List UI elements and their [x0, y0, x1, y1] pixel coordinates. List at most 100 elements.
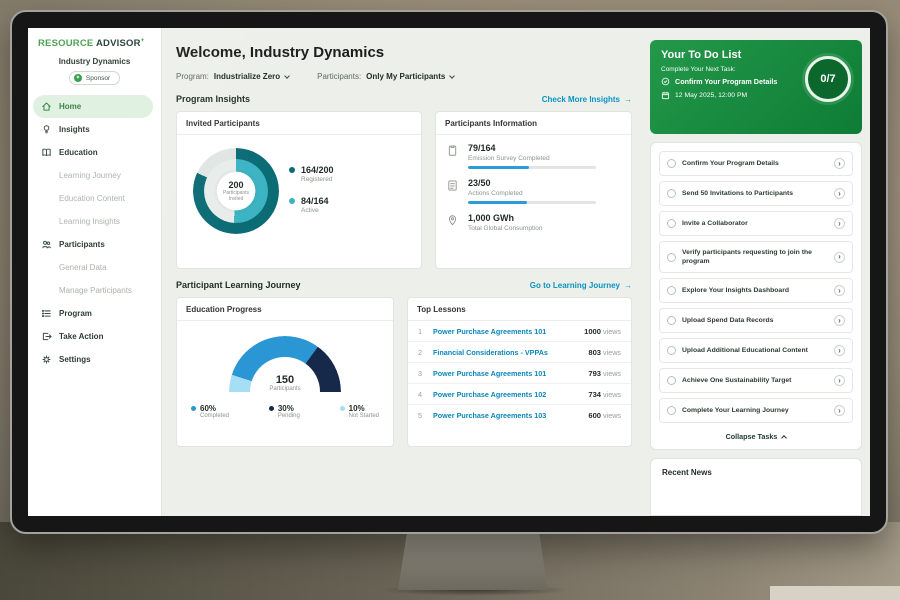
lesson-title-link[interactable]: Power Purchase Agreements 102: [433, 390, 580, 399]
sidebar-item-participants[interactable]: Participants: [28, 233, 161, 256]
link-label: Go to Learning Journey: [530, 281, 620, 290]
sidebar: RESOURCE ADVISOR+ Industry Dynamics ✦ Sp…: [28, 28, 162, 516]
invited-legend: 164/200 Registered 84/164 Active: [289, 165, 334, 214]
chevron-right-icon[interactable]: ›: [834, 158, 845, 169]
progress-bar: [468, 166, 596, 169]
lesson-title-link[interactable]: Financial Considerations - VPPAs: [433, 348, 580, 357]
legend-value: 30%: [278, 404, 300, 413]
sidebar-item-take-action[interactable]: Take Action: [28, 325, 161, 348]
sidebar-item-insights[interactable]: Insights: [28, 118, 161, 141]
program-filter[interactable]: Program: Industrialize Zero: [176, 72, 289, 81]
chevron-right-icon[interactable]: ›: [834, 315, 845, 326]
chevron-right-icon[interactable]: ›: [834, 405, 845, 416]
check-more-insights-link[interactable]: Check More Insights →: [542, 95, 632, 104]
participants-filter[interactable]: Participants: Only My Participants: [317, 72, 454, 81]
lesson-row[interactable]: 2 Financial Considerations - VPPAs 803 v…: [408, 342, 631, 363]
sidebar-item-manage-participants[interactable]: Manage Participants: [28, 279, 161, 302]
lesson-row[interactable]: 4 Power Purchase Agreements 102 734 view…: [408, 384, 631, 405]
page-title: Welcome, Industry Dynamics: [176, 44, 632, 61]
insights-cards-row: Invited Participants 200 Participants In…: [176, 111, 632, 269]
program-filter-value: Industrialize Zero: [214, 72, 280, 81]
checkbox-circle[interactable]: [667, 346, 676, 355]
todo-next-task[interactable]: Confirm Your Program Details: [661, 77, 801, 86]
task-label: Achieve One Sustainability Target: [682, 376, 828, 385]
task-row[interactable]: Invite a Collaborator ›: [659, 211, 853, 236]
sidebar-item-label: Learning Journey: [59, 171, 121, 180]
go-to-learning-journey-link[interactable]: Go to Learning Journey →: [530, 281, 632, 290]
bulb-icon: [41, 124, 52, 135]
sidebar-item-general-data[interactable]: General Data: [28, 256, 161, 279]
app-logo: RESOURCE ADVISOR+: [28, 37, 161, 49]
sidebar-item-label: Manage Participants: [59, 286, 132, 295]
lesson-row[interactable]: 1 Power Purchase Agreements 101 1000 vie…: [408, 321, 631, 342]
list-icon: [41, 308, 52, 319]
todo-task-list: Confirm Your Program Details › Send 50 I…: [650, 142, 862, 450]
legend-label: Not Started: [349, 413, 379, 419]
task-row[interactable]: Upload Additional Educational Content ›: [659, 338, 853, 363]
task-row[interactable]: Achieve One Sustainability Target ›: [659, 368, 853, 393]
task-row[interactable]: Explore Your Insights Dashboard ›: [659, 278, 853, 303]
lesson-row[interactable]: 5 Power Purchase Agreements 103 600 view…: [408, 405, 631, 425]
sidebar-item-settings[interactable]: Settings: [28, 348, 161, 371]
sidebar-item-learning-insights[interactable]: Learning Insights: [28, 210, 161, 233]
sidebar-item-learning-journey[interactable]: Learning Journey: [28, 164, 161, 187]
card-title: Participants Information: [436, 112, 631, 135]
task-label: Confirm Your Program Details: [682, 159, 828, 168]
lesson-title-link[interactable]: Power Purchase Agreements 101: [433, 327, 576, 336]
chevron-right-icon[interactable]: ›: [834, 285, 845, 296]
task-label: Upload Spend Data Records: [682, 316, 828, 325]
checkbox-circle[interactable]: [667, 189, 676, 198]
task-label: Complete Your Learning Journey: [682, 406, 828, 415]
chevron-right-icon[interactable]: ›: [834, 188, 845, 199]
legend-item: 10% Not Started: [340, 404, 379, 419]
legend-label: Pending: [278, 413, 300, 419]
collapse-label: Collapse Tasks: [726, 432, 778, 441]
checkbox-circle[interactable]: [667, 253, 676, 262]
card-title: Invited Participants: [177, 112, 421, 135]
legend-item: 84/164 Active: [289, 196, 334, 214]
stat-actions-completed: 23/50 Actions Completed: [436, 170, 631, 205]
due-date-label: 12 May 2025, 12:00 PM: [675, 92, 747, 99]
donut-center-label: Participants Invited: [219, 190, 253, 203]
collapse-tasks-link[interactable]: Collapse Tasks: [659, 428, 853, 445]
lesson-views: 734 views: [588, 390, 621, 399]
sidebar-item-label: Home: [59, 102, 81, 111]
sidebar-item-education[interactable]: Education: [28, 141, 161, 164]
sidebar-item-home[interactable]: Home: [33, 95, 153, 118]
checkbox-circle[interactable]: [667, 316, 676, 325]
task-row[interactable]: Upload Spend Data Records ›: [659, 308, 853, 333]
checkbox-circle[interactable]: [667, 159, 676, 168]
task-row[interactable]: Confirm Your Program Details ›: [659, 151, 853, 176]
task-row[interactable]: Complete Your Learning Journey ›: [659, 398, 853, 423]
dashboard-screen: RESOURCE ADVISOR+ Industry Dynamics ✦ Sp…: [28, 28, 870, 516]
chevron-right-icon[interactable]: ›: [834, 252, 845, 263]
task-row[interactable]: Verify participants requesting to join t…: [659, 241, 853, 273]
chevron-right-icon[interactable]: ›: [834, 218, 845, 229]
sidebar-item-education-content[interactable]: Education Content: [28, 187, 161, 210]
task-label: Explore Your Insights Dashboard: [682, 286, 828, 295]
learning-journey-header: Participant Learning Journey Go to Learn…: [176, 280, 632, 290]
invited-donut-chart: 200 Participants Invited: [193, 148, 279, 234]
lesson-title-link[interactable]: Power Purchase Agreements 101: [433, 369, 580, 378]
task-row[interactable]: Send 50 Invitations to Participants ›: [659, 181, 853, 206]
chevron-right-icon[interactable]: ›: [834, 375, 845, 386]
lesson-row[interactable]: 3 Power Purchase Agreements 101 793 view…: [408, 363, 631, 384]
checkbox-circle[interactable]: [667, 406, 676, 415]
lesson-views: 803 views: [588, 348, 621, 357]
legend-label: Active: [301, 207, 329, 214]
checkbox-circle[interactable]: [667, 286, 676, 295]
checkbox-circle[interactable]: [667, 376, 676, 385]
sidebar-item-label: Settings: [59, 355, 91, 364]
checkbox-circle[interactable]: [667, 219, 676, 228]
logo-plus: +: [141, 37, 145, 44]
lesson-rank: 3: [418, 369, 425, 378]
people-icon: [41, 239, 52, 250]
sidebar-item-program[interactable]: Program: [28, 302, 161, 325]
chevron-right-icon[interactable]: ›: [834, 345, 845, 356]
sidebar-item-label: Education Content: [59, 194, 125, 203]
card-title: Education Progress: [177, 298, 393, 321]
participants-filter-value: Only My Participants: [366, 72, 445, 81]
arrow-right-icon: →: [624, 281, 632, 290]
lesson-title-link[interactable]: Power Purchase Agreements 103: [433, 411, 580, 420]
gauge-legend: 60% Completed 30% Pending: [177, 392, 393, 419]
